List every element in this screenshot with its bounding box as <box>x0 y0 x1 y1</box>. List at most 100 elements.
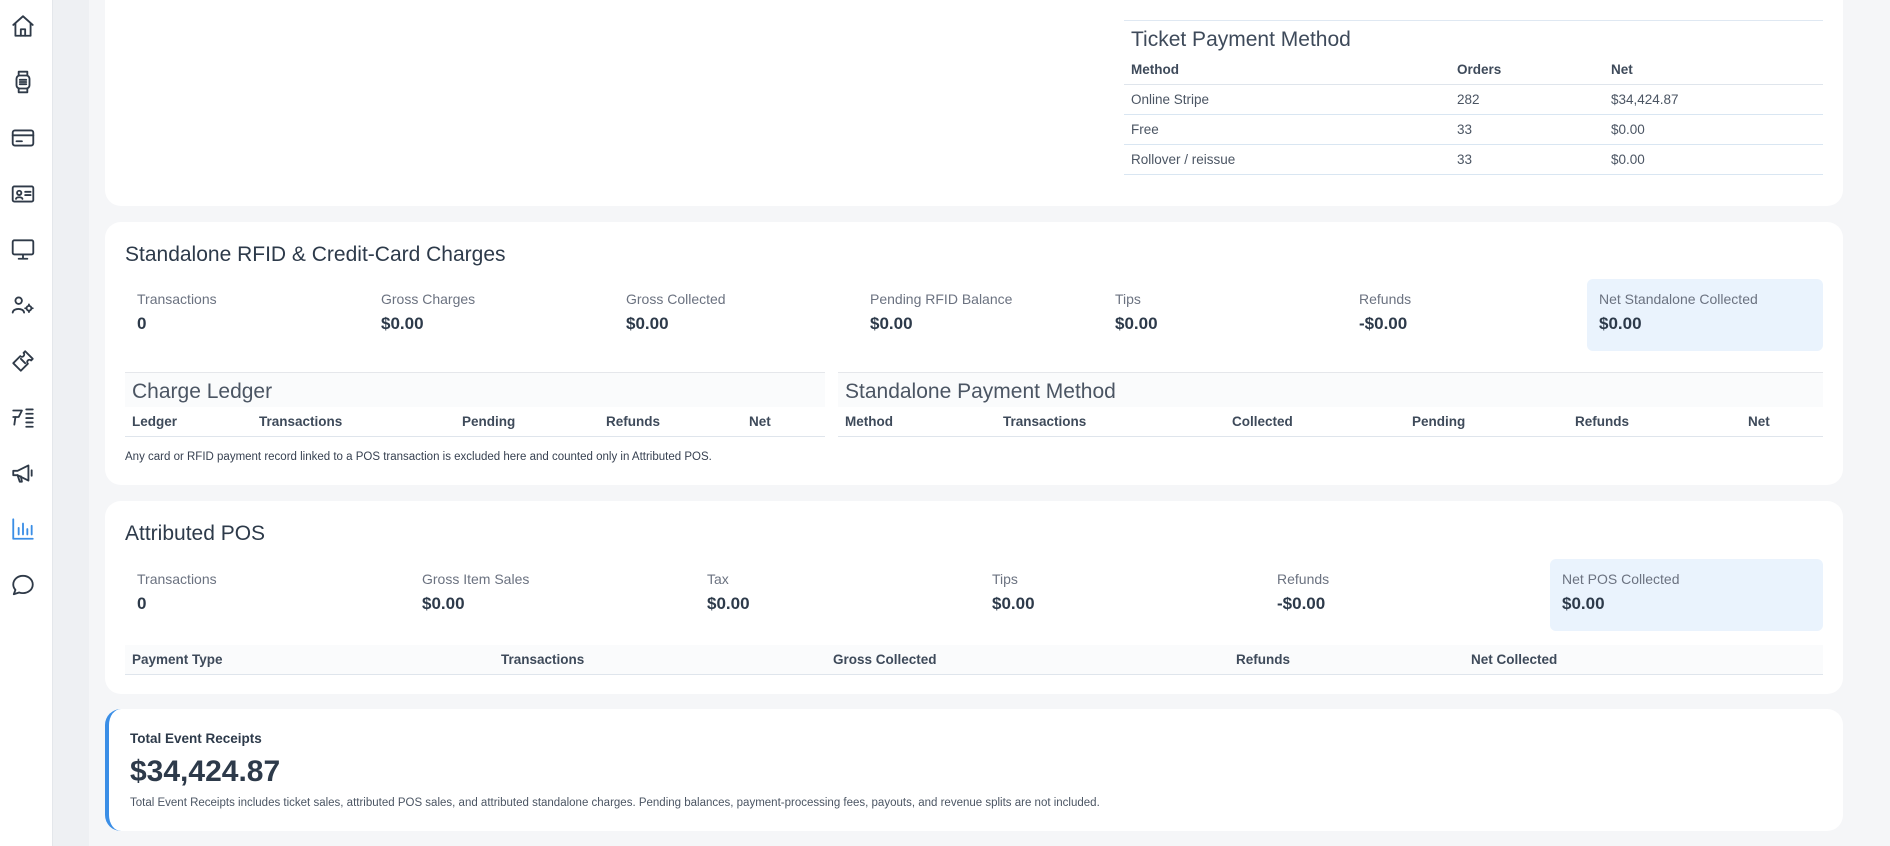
metric-label: Transactions <box>137 571 217 587</box>
column-header: Refunds <box>1229 645 1464 675</box>
standalone-metrics: Transactions 0 Gross Charges $0.00 Gross… <box>125 279 1823 351</box>
method-cell: Free <box>1124 114 1450 145</box>
standalone-note: Any card or RFID payment record linked t… <box>125 451 712 463</box>
id-card-icon[interactable] <box>9 180 37 208</box>
column-header: Method <box>838 407 996 437</box>
chat-icon[interactable] <box>9 571 37 599</box>
charge-ledger-panel: Charge Ledger Ledger Transactions Pendin… <box>125 372 825 437</box>
table-header-row: Payment Type Transactions Gross Collecte… <box>125 645 1823 675</box>
metric-gross-collected: Gross Collected $0.00 <box>614 279 858 351</box>
standalone-payment-method-table: Method Transactions Collected Pending Re… <box>838 407 1823 437</box>
metric-value: $0.00 <box>1599 314 1642 333</box>
metric-value: 0 <box>137 594 147 613</box>
ticket-payment-method-table: Method Orders Net Online Stripe 282 $34,… <box>1124 55 1823 175</box>
metric-transactions: Transactions 0 <box>125 279 369 351</box>
megaphone-icon[interactable] <box>9 459 37 487</box>
metric-label: Tips <box>1115 291 1141 307</box>
net-cell: $0.00 <box>1604 144 1823 175</box>
total-note: Total Event Receipts includes ticket sal… <box>130 797 1100 809</box>
wristband-icon[interactable] <box>9 68 37 96</box>
metric-value: $0.00 <box>422 594 465 613</box>
column-header: Refunds <box>1568 407 1741 437</box>
menu-list-icon[interactable] <box>9 403 37 431</box>
table-row: Online Stripe 282 $34,424.87 <box>1124 84 1823 115</box>
total-label: Total Event Receipts <box>130 731 262 746</box>
column-header: Transactions <box>494 645 826 675</box>
method-cell: Online Stripe <box>1124 84 1450 115</box>
column-header: Pending <box>1405 407 1568 437</box>
method-cell: Rollover / reissue <box>1124 144 1450 175</box>
column-header: Transactions <box>996 407 1225 437</box>
metric-value: -$0.00 <box>1359 314 1408 333</box>
column-header: Pending <box>455 407 599 437</box>
pos-payment-type-panel: Payment Type Transactions Gross Collecte… <box>125 645 1823 675</box>
orders-cell: 282 <box>1450 84 1604 115</box>
metric-tips: Tips $0.00 <box>1103 279 1347 351</box>
content-gutter <box>53 0 89 846</box>
metric-net-pos-collected: Net POS Collected $0.00 <box>1550 559 1823 631</box>
metric-value: $0.00 <box>1562 594 1605 613</box>
total-value: $34,424.87 <box>130 755 281 788</box>
metric-label: Refunds <box>1359 291 1412 307</box>
metric-transactions: Transactions 0 <box>125 559 410 631</box>
column-header: Net <box>1741 407 1823 437</box>
metric-refunds: Refunds -$0.00 <box>1347 279 1587 351</box>
metric-label: Pending RFID Balance <box>870 291 1013 307</box>
metric-label: Transactions <box>137 291 217 307</box>
column-header: Net Collected <box>1464 645 1823 675</box>
monitor-icon[interactable] <box>9 235 37 263</box>
metric-value: $0.00 <box>870 314 913 333</box>
table-header-row: Ledger Transactions Pending Refunds Net <box>125 407 825 437</box>
charge-ledger-title: Charge Ledger <box>132 380 273 403</box>
metric-label: Tips <box>992 571 1018 587</box>
metric-gross-charges: Gross Charges $0.00 <box>369 279 614 351</box>
attributed-pos-title: Attributed POS <box>125 522 266 545</box>
bar-chart-icon[interactable] <box>9 515 37 543</box>
metric-label: Tax <box>707 571 729 587</box>
table-header-row: Method Transactions Collected Pending Re… <box>838 407 1823 437</box>
metric-value: 0 <box>137 314 147 333</box>
ticket-icon[interactable] <box>9 347 37 375</box>
column-header: Transactions <box>252 407 455 437</box>
metric-refunds: Refunds -$0.00 <box>1265 559 1550 631</box>
ticket-payment-method-title: Ticket Payment Method <box>1131 28 1351 51</box>
standalone-payment-method-panel: Standalone Payment Method Method Transac… <box>838 372 1823 437</box>
home-icon[interactable] <box>9 12 37 40</box>
metric-value: $0.00 <box>1115 314 1158 333</box>
metric-label: Net Standalone Collected <box>1599 291 1758 307</box>
standalone-charges-title: Standalone RFID & Credit-Card Charges <box>125 243 506 266</box>
column-header: Net <box>1604 55 1823 85</box>
metric-value: $0.00 <box>381 314 424 333</box>
credit-card-icon[interactable] <box>9 124 37 152</box>
metric-tax: Tax $0.00 <box>695 559 980 631</box>
charge-ledger-table: Ledger Transactions Pending Refunds Net <box>125 407 825 437</box>
metric-value: $0.00 <box>992 594 1035 613</box>
metric-value: $0.00 <box>707 594 750 613</box>
metric-value: -$0.00 <box>1277 594 1326 613</box>
column-header: Method <box>1124 55 1450 85</box>
column-header: Orders <box>1450 55 1604 85</box>
metric-value: $0.00 <box>626 314 669 333</box>
sidebar <box>0 0 53 846</box>
net-cell: $34,424.87 <box>1604 84 1823 115</box>
metric-label: Gross Collected <box>626 291 726 307</box>
column-header: Refunds <box>599 407 742 437</box>
standalone-payment-method-title: Standalone Payment Method <box>845 380 1116 403</box>
users-settings-icon[interactable] <box>9 291 37 319</box>
metric-label: Net POS Collected <box>1562 571 1680 587</box>
pos-metrics: Transactions 0 Gross Item Sales $0.00 Ta… <box>125 559 1823 631</box>
metric-pending-rfid-balance: Pending RFID Balance $0.00 <box>858 279 1103 351</box>
total-event-receipts-card: Total Event Receipts $34,424.87 Total Ev… <box>105 709 1843 831</box>
orders-cell: 33 <box>1450 114 1604 145</box>
table-row: Rollover / reissue 33 $0.00 <box>1124 144 1823 175</box>
ticket-payment-method-panel: Ticket Payment Method Method Orders Net … <box>1124 20 1823 175</box>
metric-gross-item-sales: Gross Item Sales $0.00 <box>410 559 695 631</box>
table-row: Free 33 $0.00 <box>1124 114 1823 145</box>
net-cell: $0.00 <box>1604 114 1823 145</box>
pos-payment-type-table: Payment Type Transactions Gross Collecte… <box>125 645 1823 675</box>
metric-label: Gross Item Sales <box>422 571 530 587</box>
metric-tips: Tips $0.00 <box>980 559 1265 631</box>
column-header: Collected <box>1225 407 1405 437</box>
column-header: Gross Collected <box>826 645 1229 675</box>
column-header: Net <box>742 407 825 437</box>
